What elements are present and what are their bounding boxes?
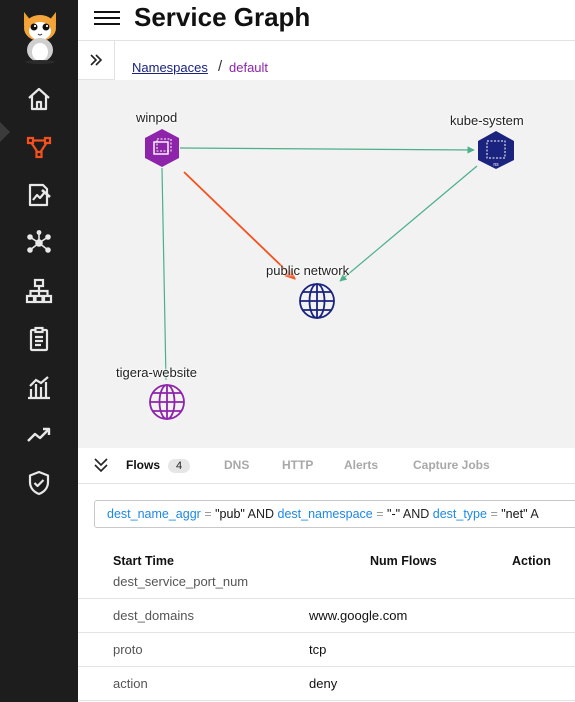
sidebar-item-hierarchy[interactable] — [0, 269, 78, 313]
node-winpod[interactable] — [145, 129, 179, 167]
sidebar-item-home[interactable] — [0, 77, 78, 121]
breadcrumb-namespaces-link[interactable]: Namespaces — [132, 60, 208, 75]
policy-board-icon — [28, 183, 51, 207]
details-tab-bar: Flows 4 DNS HTTP Alerts Capture Jobs — [78, 449, 575, 484]
tab-dns[interactable]: DNS — [224, 458, 249, 472]
double-chevron-right-icon — [90, 54, 103, 66]
row-value: deny — [309, 676, 338, 691]
node-label-tigera-website: tigera-website — [116, 365, 197, 380]
svg-text:ns: ns — [493, 162, 499, 168]
edge-winpod-tigera-website[interactable] — [161, 167, 167, 381]
node-label-kube-system: kube-system — [450, 113, 524, 128]
column-header-start-time[interactable]: Start Time — [113, 554, 174, 568]
tab-flows-label: Flows — [126, 458, 161, 472]
service-graph-icon — [26, 136, 52, 159]
row-key: action — [113, 676, 148, 691]
node-kube-system[interactable]: ns — [478, 131, 514, 169]
node-label-public-network: public network — [266, 263, 350, 278]
node-tigera-website[interactable] — [149, 384, 185, 420]
page-title: Service Graph — [134, 2, 311, 32]
sidebar-item-policies[interactable] — [0, 173, 78, 217]
row-value: tcp — [309, 642, 327, 657]
node-label-winpod: winpod — [136, 110, 178, 125]
tab-http[interactable]: HTTP — [282, 458, 313, 472]
clipboard-icon — [29, 326, 49, 352]
breadcrumb-separator: / — [218, 58, 223, 75]
sidebar-item-endpoints[interactable] — [0, 221, 78, 265]
tab-alerts[interactable]: Alerts — [344, 458, 378, 472]
edge-kube-system-public-network[interactable] — [339, 165, 478, 282]
cat-logo-icon[interactable] — [18, 8, 62, 64]
flow-filter-input[interactable]: dest_name_aggr = "pub" AND dest_namespac… — [94, 500, 575, 528]
breadcrumb-current: default — [229, 60, 269, 75]
pod-icon — [145, 129, 179, 167]
column-header-num-flows[interactable]: Num Flows — [370, 554, 437, 568]
shield-check-icon — [28, 470, 50, 496]
flows-count-badge: 4 — [168, 459, 191, 473]
network-nodes-icon — [27, 230, 51, 253]
sidebar-item-trends[interactable] — [0, 413, 78, 457]
sidebar-item-service-graph[interactable] — [0, 125, 78, 169]
column-header-action[interactable]: Action — [512, 554, 551, 568]
home-icon — [28, 87, 50, 111]
hamburger-menu-icon[interactable] — [94, 7, 120, 29]
top-bar: Service Graph — [78, 0, 575, 41]
table-row: proto tcp — [78, 633, 575, 667]
row-key: dest_service_port_num — [113, 574, 249, 589]
sidebar-item-reports[interactable] — [0, 317, 78, 361]
table-header: Start Time Num Flows Action — [78, 546, 575, 576]
table-row: action deny — [78, 667, 575, 701]
tab-flows[interactable]: Flows 4 — [126, 458, 191, 473]
edge-winpod-kube-system[interactable] — [179, 146, 475, 154]
sidebar-item-compliance[interactable] — [0, 461, 78, 505]
filter-query: dest_name_aggr = "pub" AND dest_namespac… — [107, 507, 539, 521]
row-key: proto — [113, 642, 143, 657]
expand-panel-button[interactable] — [78, 41, 115, 80]
trend-line-icon — [27, 427, 51, 442]
table-row: dest_domains www.google.com — [78, 599, 575, 633]
tab-capture-jobs[interactable]: Capture Jobs — [413, 458, 490, 472]
sidebar-item-dashboards[interactable] — [0, 365, 78, 409]
breadcrumb: Namespaces / default — [78, 41, 575, 80]
double-chevron-down-icon[interactable] — [92, 456, 110, 474]
node-public-network[interactable] — [299, 283, 335, 319]
hierarchy-icon — [25, 278, 53, 304]
row-value: www.google.com — [309, 608, 408, 623]
bar-chart-icon — [28, 376, 50, 400]
sidebar — [0, 0, 78, 702]
service-graph-canvas[interactable]: ns winpod kube-system public network tig… — [78, 80, 575, 448]
row-key: dest_domains — [113, 608, 194, 623]
